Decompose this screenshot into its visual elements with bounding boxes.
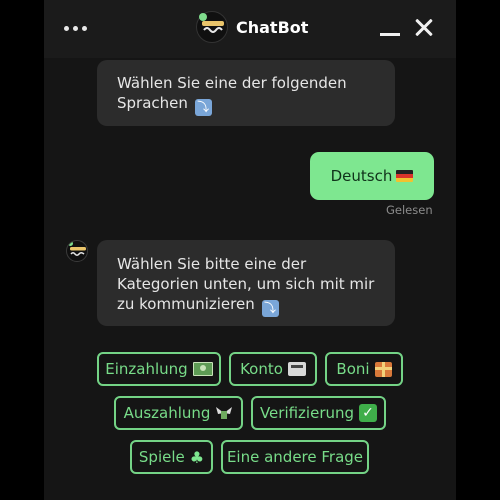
quick-reply-label: Verifizierung bbox=[259, 404, 355, 422]
money-icon bbox=[192, 362, 213, 376]
close-icon[interactable] bbox=[414, 18, 434, 38]
chat-window: ChatBot Wählen Sie eine der folgenden Sp… bbox=[44, 0, 456, 500]
check-mark-icon: ✓ bbox=[359, 404, 378, 422]
quick-reply-label: Auszahlung bbox=[123, 404, 211, 422]
chat-header: ChatBot bbox=[44, 0, 456, 58]
quick-reply-einzahlung[interactable]: Einzahlung bbox=[97, 352, 221, 386]
quick-reply-label: Boni bbox=[336, 360, 370, 378]
quick-reply-verifizierung[interactable]: Verifizierung ✓ bbox=[251, 396, 386, 430]
arrow-down-icon: ⤵ bbox=[194, 99, 212, 116]
read-status: Gelesen bbox=[386, 203, 433, 217]
bot-message: Wählen Sie bitte eine der Kategorien unt… bbox=[97, 240, 395, 326]
bot-message-text: Wählen Sie eine der folgenden Sprachen bbox=[117, 74, 347, 112]
quick-reply-spiele[interactable]: Spiele ♣ bbox=[130, 440, 213, 474]
cash-register-icon bbox=[287, 362, 306, 376]
quick-reply-boni[interactable]: Boni bbox=[325, 352, 403, 386]
quick-reply-konto[interactable]: Konto bbox=[229, 352, 317, 386]
quick-reply-label: Konto bbox=[240, 360, 283, 378]
bot-avatar bbox=[66, 240, 88, 262]
quick-reply-label: Einzahlung bbox=[105, 360, 188, 378]
quick-reply-label: Eine andere Frage bbox=[226, 448, 364, 466]
quick-reply-eine-andere-frage[interactable]: Eine andere Frage bbox=[221, 440, 369, 474]
quick-reply-label: Spiele bbox=[138, 448, 185, 466]
user-message-text: Deutsch bbox=[330, 167, 393, 185]
bot-message: Wählen Sie eine der folgenden Sprachen ⤵ bbox=[97, 60, 395, 126]
chatbot-logo-icon bbox=[196, 11, 228, 43]
minimize-icon[interactable] bbox=[380, 24, 400, 36]
gift-icon bbox=[374, 361, 392, 377]
germany-flag-icon bbox=[396, 170, 414, 182]
quick-reply-auszahlung[interactable]: Auszahlung bbox=[114, 396, 243, 430]
bot-message-text: Wählen Sie bitte eine der Kategorien unt… bbox=[117, 255, 375, 313]
club-suit-icon: ♣ bbox=[189, 447, 205, 467]
user-message: Deutsch bbox=[310, 152, 434, 200]
more-dots-icon[interactable] bbox=[64, 26, 87, 31]
chat-title: ChatBot bbox=[236, 17, 309, 37]
brand: ChatBot bbox=[196, 11, 308, 43]
arrow-down-icon: ⤵ bbox=[261, 300, 279, 317]
money-wings-icon bbox=[215, 405, 233, 421]
